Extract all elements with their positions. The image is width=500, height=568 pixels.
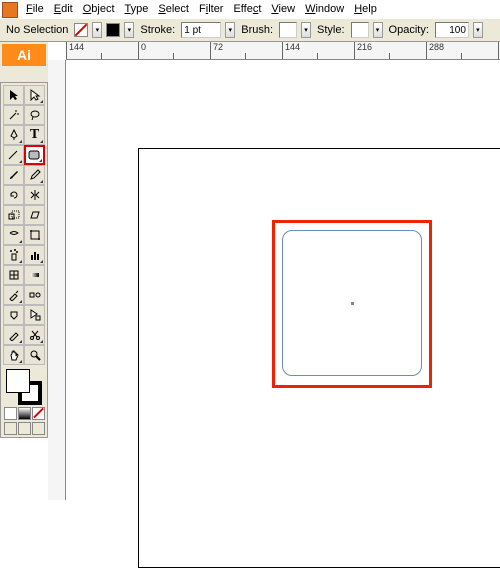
warp-tool[interactable] — [3, 225, 24, 245]
menu-edit[interactable]: Edit — [50, 1, 77, 17]
ruler-tick: 72 — [210, 42, 282, 59]
brush-label: Brush: — [239, 24, 275, 36]
menu-effect[interactable]: Effect — [229, 1, 265, 17]
scissors-tool[interactable] — [24, 325, 45, 345]
fill-swatch[interactable] — [74, 23, 88, 37]
live-paint-selection-tool[interactable] — [24, 305, 45, 325]
pencil-tool[interactable] — [24, 165, 45, 185]
selection-tool[interactable] — [3, 85, 24, 105]
opacity-dropdown[interactable]: ▾ — [473, 22, 483, 38]
color-mode-none[interactable] — [32, 407, 45, 420]
stroke-weight-input[interactable]: 1 pt — [181, 22, 221, 38]
fill-color-box[interactable] — [6, 369, 30, 393]
magic-wand-tool[interactable] — [3, 105, 24, 125]
style-select[interactable] — [351, 22, 369, 38]
direct-selection-tool[interactable] — [24, 85, 45, 105]
menu-filter[interactable]: Filter — [195, 1, 227, 17]
gradient-tool[interactable] — [24, 265, 45, 285]
free-transform-tool[interactable] — [24, 225, 45, 245]
ruler-tick: 288 — [426, 42, 498, 59]
menu-file[interactable]: FFileile — [22, 1, 48, 17]
path-center-point — [351, 302, 354, 305]
toolbox: T — [0, 82, 48, 438]
symbol-sprayer-tool[interactable] — [3, 245, 24, 265]
menu-type[interactable]: Type — [121, 1, 153, 17]
ruler-horizontal[interactable]: 144 0 72 144 216 288 360 432 504 576 — [66, 42, 500, 60]
type-tool[interactable]: T — [24, 125, 45, 145]
zoom-tool[interactable] — [24, 345, 45, 365]
live-paint-tool[interactable] — [3, 305, 24, 325]
lasso-tool[interactable] — [24, 105, 45, 125]
brush-dropdown[interactable]: ▾ — [301, 22, 311, 38]
rounded-rectangle-tool[interactable] — [24, 145, 45, 165]
menu-window[interactable]: Window — [301, 1, 348, 17]
opacity-label: Opacity: — [387, 24, 431, 36]
style-dropdown[interactable]: ▾ — [373, 22, 383, 38]
ruler-vertical[interactable] — [48, 60, 66, 500]
app-icon — [2, 2, 18, 18]
fill-dropdown[interactable]: ▾ — [92, 22, 102, 38]
mesh-tool[interactable] — [3, 265, 24, 285]
hand-tool[interactable] — [3, 345, 24, 365]
eyedropper-tool[interactable] — [3, 285, 24, 305]
color-mode-gradient[interactable] — [18, 407, 31, 420]
column-graph-tool[interactable] — [24, 245, 45, 265]
stroke-label: Stroke: — [138, 24, 177, 36]
menu-select[interactable]: Select — [154, 1, 193, 17]
fill-stroke-indicator[interactable] — [6, 369, 42, 405]
shear-tool[interactable] — [24, 205, 45, 225]
ruler-tick: 144 — [282, 42, 354, 59]
brush-select[interactable] — [279, 22, 297, 38]
screen-mode-full[interactable] — [32, 422, 45, 435]
reflect-tool[interactable] — [24, 185, 45, 205]
scale-tool[interactable] — [3, 205, 24, 225]
ruler-tick: 144 — [66, 42, 138, 59]
rotate-tool[interactable] — [3, 185, 24, 205]
canvas-area[interactable] — [66, 60, 500, 500]
screen-mode-normal[interactable] — [4, 422, 17, 435]
ruler-tick: 0 — [138, 42, 210, 59]
pen-tool[interactable] — [3, 125, 24, 145]
color-mode-solid[interactable] — [4, 407, 17, 420]
blend-tool[interactable] — [24, 285, 45, 305]
menubar: FFileile Edit Object Type Select Filter … — [22, 0, 381, 18]
menu-help[interactable]: Help — [350, 1, 381, 17]
app-badge: Ai — [2, 44, 46, 66]
opacity-input[interactable] — [435, 22, 469, 38]
paintbrush-tool[interactable] — [3, 165, 24, 185]
stroke-swatch[interactable] — [106, 23, 120, 37]
stroke-dropdown[interactable]: ▾ — [124, 22, 134, 38]
selection-status: No Selection — [4, 24, 70, 36]
slice-tool[interactable] — [3, 325, 24, 345]
stroke-weight-dropdown[interactable]: ▾ — [225, 22, 235, 38]
line-tool[interactable] — [3, 145, 24, 165]
style-label: Style: — [315, 24, 347, 36]
menu-view[interactable]: View — [267, 1, 299, 17]
ruler-tick: 216 — [354, 42, 426, 59]
menu-object[interactable]: Object — [79, 1, 119, 17]
options-bar: No Selection ▾ ▾ Stroke: 1 pt ▾ Brush: ▾… — [0, 18, 500, 42]
color-controls — [3, 369, 45, 435]
screen-mode-full-menu[interactable] — [18, 422, 31, 435]
panel-strip: Ai — [0, 42, 48, 82]
